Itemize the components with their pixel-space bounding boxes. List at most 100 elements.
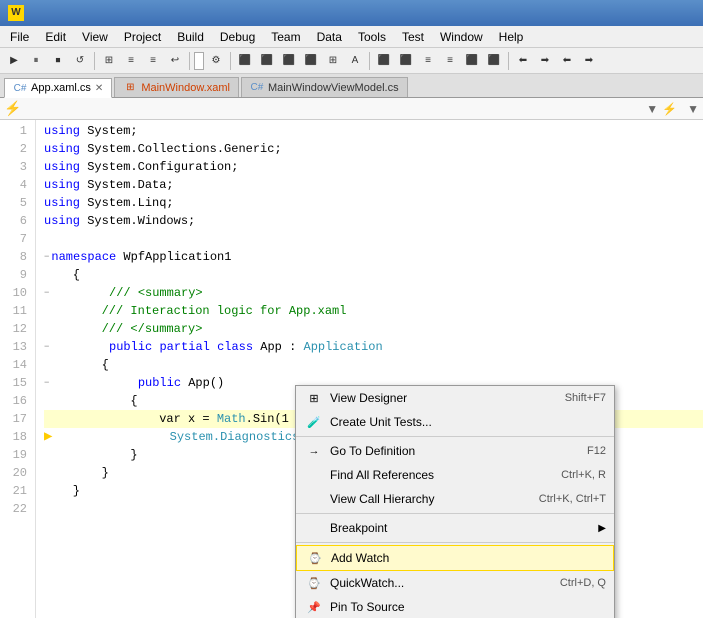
code-line-4: using System.Data; xyxy=(44,176,703,194)
toolbar-btn-24[interactable]: ⬅ xyxy=(557,51,577,71)
code-line-13: − public partial class App : Application xyxy=(44,338,703,356)
ctx-item-view-designer[interactable]: ⊞View DesignerShift+F7 xyxy=(296,386,614,410)
ctx-item-label-quickwatch: QuickWatch... xyxy=(330,576,544,590)
code-token xyxy=(152,338,159,356)
tab-app-xaml-cs[interactable]: C# App.xaml.cs ✕ xyxy=(4,78,112,98)
tab-mainwindowviewmodel-cs[interactable]: C#MainWindowViewModel.cs xyxy=(241,77,408,97)
code-token: using xyxy=(44,140,80,158)
menu-item-file[interactable]: File xyxy=(2,26,37,48)
toolbar-btn-7[interactable]: ≡ xyxy=(143,51,163,71)
nav-icon: ⚡ xyxy=(4,100,21,117)
collapse-icon[interactable]: − xyxy=(44,374,49,392)
code-line-10: − /// <summary> xyxy=(44,284,703,302)
toolbar-btn-8[interactable]: ↩ xyxy=(165,51,185,71)
tab-icon: C# xyxy=(13,81,27,95)
ctx-item-icon-create-unit-tests: 🧪 xyxy=(304,414,324,430)
line-number: 18 xyxy=(4,428,27,446)
toolbar-btn-10[interactable]: ⬛ xyxy=(235,51,255,71)
menu-item-help[interactable]: Help xyxy=(491,26,532,48)
code-token: System.Diagnostics xyxy=(170,428,300,446)
toolbar-btn-1[interactable]: ▶ xyxy=(4,51,24,71)
code-token: partial xyxy=(159,338,209,356)
toolbar-btn-9[interactable]: ⚙ xyxy=(206,51,226,71)
nav-bar: ⚡ ▼ ⚡ ▼ xyxy=(0,98,703,120)
code-token: { xyxy=(44,392,138,410)
menu-item-project[interactable]: Project xyxy=(116,26,169,48)
code-line-12: /// </summary> xyxy=(44,320,703,338)
toolbar-btn-12[interactable]: ⬛ xyxy=(279,51,299,71)
code-line-2: using System.Collections.Generic; xyxy=(44,140,703,158)
menu-bar: FileEditViewProjectBuildDebugTeamDataToo… xyxy=(0,26,703,48)
menu-item-build[interactable]: Build xyxy=(169,26,212,48)
menu-item-tools[interactable]: Tools xyxy=(350,26,394,48)
toolbar-btn-18[interactable]: ≡ xyxy=(418,51,438,71)
menu-item-data[interactable]: Data xyxy=(309,26,350,48)
code-line-5: using System.Linq; xyxy=(44,194,703,212)
menu-item-debug[interactable]: Debug xyxy=(212,26,263,48)
nav-method-dropdown-icon[interactable]: ▼ xyxy=(687,102,699,116)
toolbar-btn-22[interactable]: ⬅ xyxy=(513,51,533,71)
toolbar-btn-6[interactable]: ≡ xyxy=(121,51,141,71)
toolbar-btn-4[interactable]: ↺ xyxy=(70,51,90,71)
toolbar-btn-21[interactable]: ⬛ xyxy=(484,51,504,71)
code-token: System.Configuration; xyxy=(80,158,238,176)
line-number: 22 xyxy=(4,500,27,518)
code-line-7 xyxy=(44,230,703,248)
ctx-item-icon-find-all-references xyxy=(304,467,324,483)
toolbar-btn-11[interactable]: ⬛ xyxy=(257,51,277,71)
ctx-item-create-unit-tests[interactable]: 🧪 Create Unit Tests... xyxy=(296,410,614,434)
toolbar-btn-25[interactable]: ➡ xyxy=(579,51,599,71)
toolbar-btn-20[interactable]: ⬛ xyxy=(462,51,482,71)
toolbar-btn-3[interactable]: ⏹ xyxy=(48,51,68,71)
nav-method[interactable]: ⚡ xyxy=(662,102,687,116)
vs-icon: W xyxy=(8,5,24,21)
menu-item-team[interactable]: Team xyxy=(263,26,308,48)
tab-mainwindow-xaml[interactable]: ⊞MainWindow.xaml xyxy=(114,77,239,97)
menu-item-edit[interactable]: Edit xyxy=(37,26,74,48)
code-token: } xyxy=(44,482,80,500)
menu-item-view[interactable]: View xyxy=(74,26,116,48)
collapse-icon[interactable]: − xyxy=(44,284,49,302)
code-token: using xyxy=(44,194,80,212)
line-number: 17 xyxy=(4,410,27,428)
tab-label: App.xaml.cs xyxy=(31,82,91,94)
line-number: 1 xyxy=(4,122,27,140)
line-number: 20 xyxy=(4,464,27,482)
toolbar-btn-16[interactable]: ⬛ xyxy=(374,51,394,71)
code-token: var x = xyxy=(44,410,217,428)
ctx-item-find-all-references[interactable]: Find All ReferencesCtrl+K, R xyxy=(296,463,614,487)
context-menu: ⊞View DesignerShift+F7 🧪 Create Unit Tests… xyxy=(295,385,615,618)
toolbar-btn-13[interactable]: ⬛ xyxy=(301,51,321,71)
ctx-item-quickwatch[interactable]: ⌚QuickWatch...Ctrl+D, Q xyxy=(296,571,614,595)
code-token: /// </summary> xyxy=(44,320,202,338)
ctx-item-breakpoint[interactable]: Breakpoint▶ xyxy=(296,516,614,540)
toolbar-btn-15[interactable]: A xyxy=(345,51,365,71)
code-line-8: −namespace WpfApplication1 xyxy=(44,248,703,266)
ctx-item-view-call-hierarchy[interactable]: View Call HierarchyCtrl+K, Ctrl+T xyxy=(296,487,614,511)
toolbar-btn-14[interactable]: ⊞ xyxy=(323,51,343,71)
collapse-icon[interactable]: − xyxy=(44,248,49,266)
code-token xyxy=(210,338,217,356)
collapse-icon[interactable]: − xyxy=(44,338,49,356)
line-number: 12 xyxy=(4,320,27,338)
ctx-item-icon-pin-to-source: 📌 xyxy=(304,599,324,615)
ctx-item-label-create-unit-tests: Create Unit Tests... xyxy=(330,415,606,429)
tab-label: MainWindow.xaml xyxy=(141,82,230,94)
toolbar-btn-23[interactable]: ➡ xyxy=(535,51,555,71)
tab-close-btn[interactable]: ✕ xyxy=(95,83,103,94)
code-token: /// <summary> xyxy=(51,284,202,302)
ctx-item-go-to-definition[interactable]: →Go To DefinitionF12 xyxy=(296,439,614,463)
menu-item-test[interactable]: Test xyxy=(394,26,432,48)
menu-item-window[interactable]: Window xyxy=(432,26,491,48)
toolbar-btn-19[interactable]: ≡ xyxy=(440,51,460,71)
ctx-item-icon-breakpoint xyxy=(304,520,324,536)
ctx-item-add-watch[interactable]: ⌚Add Watch xyxy=(296,545,614,571)
toolbar-btn-2[interactable]: ⏸ xyxy=(26,51,46,71)
toolbar-btn-17[interactable]: ⬛ xyxy=(396,51,416,71)
code-line-3: using System.Configuration; xyxy=(44,158,703,176)
code-token: System.Collections.Generic; xyxy=(80,140,282,158)
nav-dropdown-icon[interactable]: ▼ xyxy=(646,102,658,116)
toolbar-btn-5[interactable]: ⊞ xyxy=(99,51,119,71)
ctx-item-pin-to-source[interactable]: 📌Pin To Source xyxy=(296,595,614,618)
code-token: App : xyxy=(253,338,303,356)
